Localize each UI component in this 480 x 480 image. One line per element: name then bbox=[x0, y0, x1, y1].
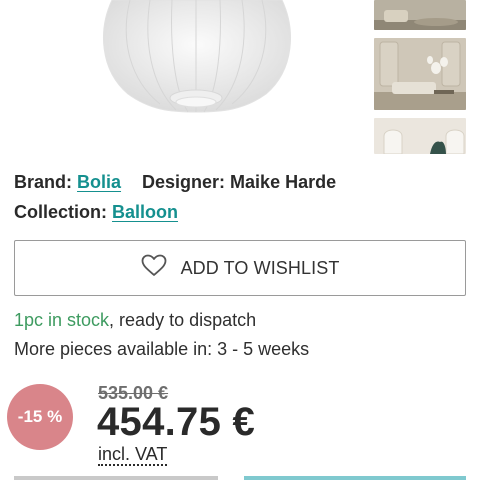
brand-row: Brand: Bolia bbox=[14, 172, 121, 193]
gallery-thumbnail[interactable] bbox=[374, 118, 466, 154]
designer-value: Maike Harde bbox=[230, 172, 337, 192]
stock-status: 1pc in stock, ready to dispatch bbox=[14, 310, 256, 331]
stock-dispatch-text: , ready to dispatch bbox=[109, 310, 257, 330]
designer-label: Designer: bbox=[142, 172, 226, 192]
collection-link[interactable]: Balloon bbox=[112, 202, 178, 222]
heart-outline-icon bbox=[141, 254, 167, 282]
designer-row: Designer: Maike Harde bbox=[142, 172, 336, 193]
discount-badge: -15 % bbox=[7, 384, 73, 450]
current-price: 454.75 € bbox=[97, 400, 256, 444]
collection-row: Collection: Balloon bbox=[14, 202, 178, 223]
product-main-image[interactable] bbox=[0, 0, 360, 160]
add-to-wishlist-button[interactable]: ADD TO WISHLIST bbox=[14, 240, 466, 296]
wishlist-label: ADD TO WISHLIST bbox=[180, 257, 340, 278]
gallery-thumbnail[interactable] bbox=[374, 38, 466, 110]
brand-link[interactable]: Bolia bbox=[77, 172, 121, 192]
more-availability: More pieces available in: 3 - 5 weeks bbox=[14, 339, 310, 359]
collection-label: Collection: bbox=[14, 202, 107, 222]
add-to-cart-button[interactable] bbox=[244, 476, 466, 480]
vat-info[interactable]: incl. VAT bbox=[98, 444, 168, 466]
gallery-thumbnail[interactable] bbox=[374, 0, 466, 30]
stock-count: 1pc in stock bbox=[14, 310, 110, 330]
brand-label: Brand: bbox=[14, 172, 72, 192]
quantity-selector[interactable] bbox=[14, 476, 218, 480]
